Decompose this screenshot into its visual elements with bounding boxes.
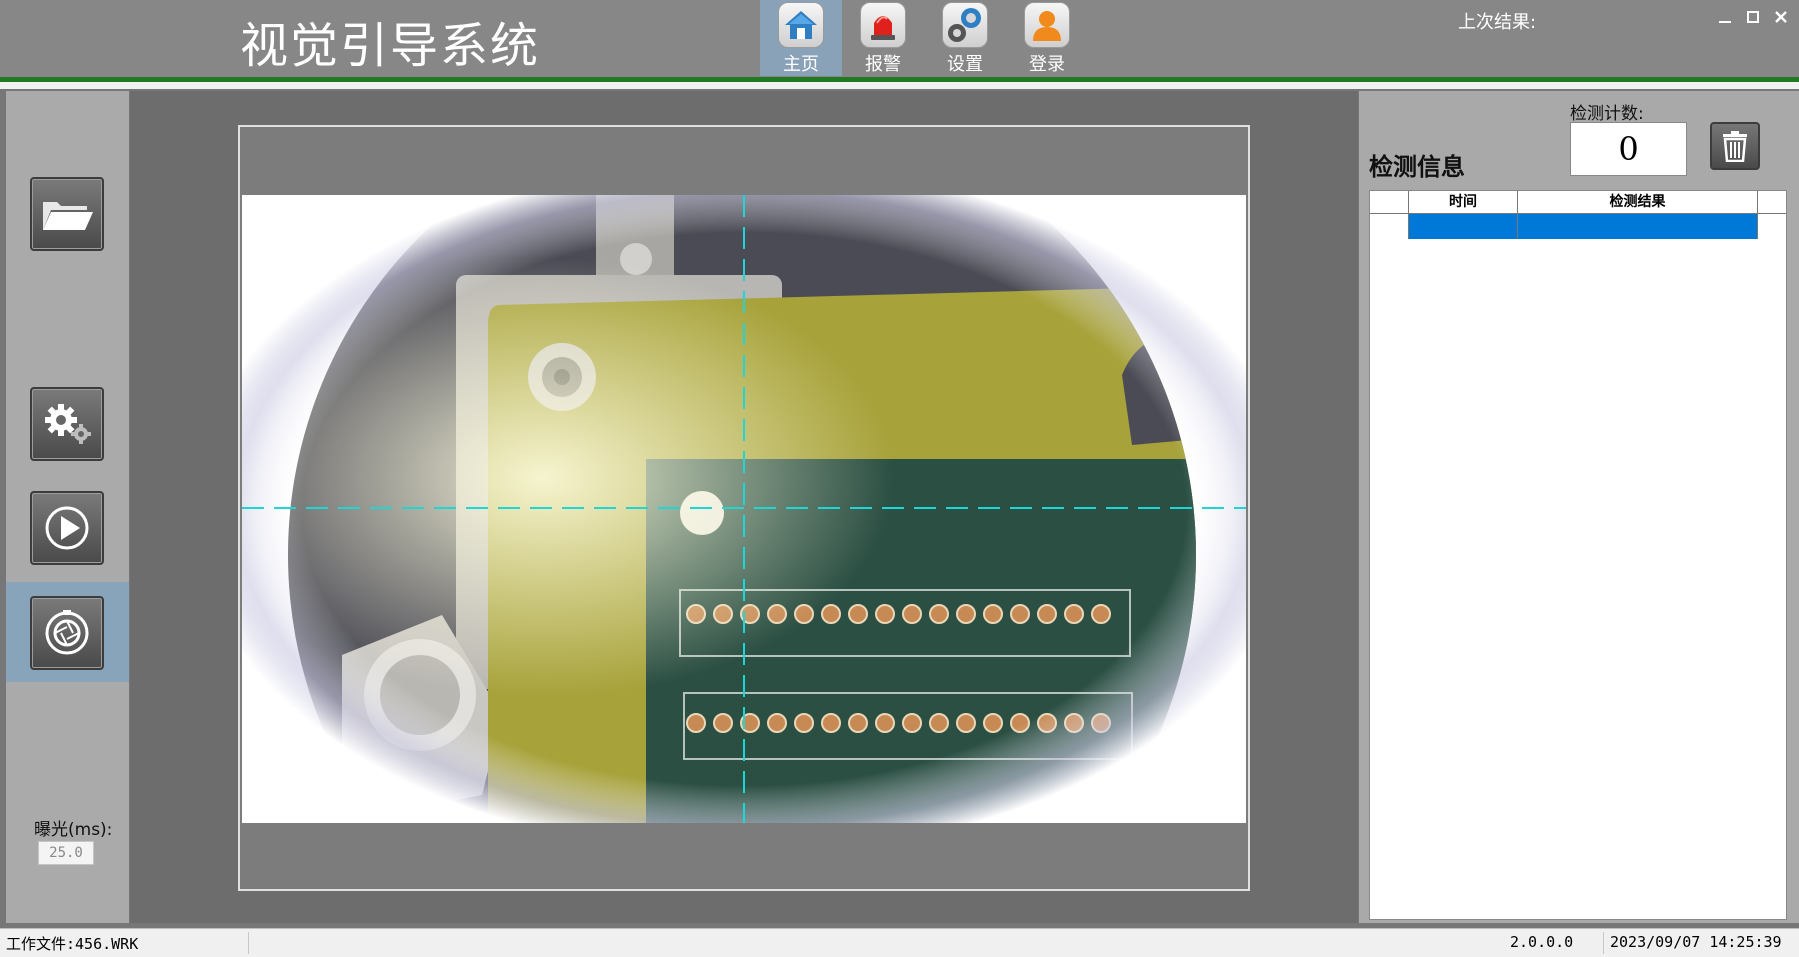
maximize-icon bbox=[1747, 11, 1759, 23]
table-header-index bbox=[1370, 191, 1409, 213]
maximize-button[interactable] bbox=[1745, 8, 1761, 26]
nav-settings-button[interactable]: 设置 bbox=[924, 0, 1006, 76]
user-icon bbox=[1024, 2, 1070, 48]
open-folder-icon bbox=[43, 202, 93, 230]
gear-icon bbox=[45, 404, 91, 444]
main-nav: 主页 报警 设置 登录 bbox=[760, 0, 1088, 76]
status-separator bbox=[248, 932, 249, 954]
nav-home-label: 主页 bbox=[783, 54, 819, 75]
left-toolbar: 曝光(ms): 25.0 bbox=[6, 91, 129, 923]
settings-tool-button[interactable] bbox=[30, 387, 104, 461]
table-row-index bbox=[1370, 214, 1409, 239]
minimize-button[interactable] bbox=[1717, 8, 1733, 26]
image-viewer bbox=[130, 91, 1358, 923]
detection-panel: 检测计数: 0 检测信息 时间 检测结果 bbox=[1359, 91, 1799, 923]
trash-icon bbox=[1723, 131, 1747, 162]
open-file-button[interactable] bbox=[30, 177, 104, 251]
nav-alarm-button[interactable]: 报警 bbox=[842, 0, 924, 76]
main-window: 视觉引导系统 主页 报警 设置 登录 上次结果: 曝光(ms): 25.0 检测… bbox=[0, 0, 1799, 957]
close-button[interactable] bbox=[1773, 8, 1789, 26]
detection-table[interactable]: 时间 检测结果 bbox=[1369, 190, 1787, 920]
detection-count-value: 0 bbox=[1570, 122, 1687, 176]
table-header-time[interactable]: 时间 bbox=[1409, 191, 1518, 213]
clear-button[interactable] bbox=[1710, 122, 1760, 170]
nav-alarm-label: 报警 bbox=[865, 54, 901, 75]
table-header: 时间 检测结果 bbox=[1370, 191, 1786, 214]
play-icon bbox=[45, 506, 89, 550]
nav-login-label: 登录 bbox=[1029, 54, 1065, 75]
last-result-label: 上次结果: bbox=[1458, 12, 1537, 33]
work-file-status: 工作文件:456.WRK bbox=[6, 935, 139, 953]
run-button[interactable] bbox=[30, 491, 104, 565]
window-controls bbox=[1717, 8, 1789, 26]
close-icon bbox=[1775, 11, 1787, 23]
datetime-status: 2023/09/07 14:25:39 bbox=[1610, 933, 1782, 951]
table-cell-result bbox=[1518, 214, 1758, 239]
home-icon bbox=[778, 2, 824, 48]
status-bar: 工作文件:456.WRK 2.0.0.0 2023/09/07 14:25:39 bbox=[0, 928, 1799, 957]
table-cell-time bbox=[1409, 214, 1518, 239]
version-status: 2.0.0.0 bbox=[1510, 933, 1574, 951]
table-header-result[interactable]: 检测结果 bbox=[1518, 191, 1758, 213]
nav-home-button[interactable]: 主页 bbox=[760, 0, 842, 76]
exposure-input[interactable]: 25.0 bbox=[38, 841, 94, 865]
capture-button[interactable] bbox=[30, 596, 104, 670]
nav-login-button[interactable]: 登录 bbox=[1006, 0, 1088, 76]
camera-image[interactable] bbox=[242, 195, 1246, 823]
camera-shutter-icon bbox=[45, 610, 89, 655]
detection-count-label: 检测计数: bbox=[1570, 104, 1644, 124]
title-bar: 视觉引导系统 主页 报警 设置 登录 上次结果: bbox=[0, 0, 1799, 77]
camera-image-canvas bbox=[242, 195, 1246, 823]
alarm-icon bbox=[860, 2, 906, 48]
last-result: 上次结果: bbox=[1458, 8, 1540, 34]
image-frame bbox=[238, 125, 1250, 891]
minimize-icon bbox=[1719, 21, 1731, 23]
header-divider-light bbox=[0, 82, 1799, 89]
status-separator bbox=[1603, 932, 1604, 954]
app-title: 视觉引导系统 bbox=[240, 18, 541, 74]
detection-info-title: 检测信息 bbox=[1369, 152, 1465, 181]
settings-icon bbox=[942, 2, 988, 48]
exposure-label: 曝光(ms): bbox=[34, 820, 113, 840]
nav-settings-label: 设置 bbox=[947, 54, 983, 75]
table-row[interactable] bbox=[1370, 214, 1786, 239]
